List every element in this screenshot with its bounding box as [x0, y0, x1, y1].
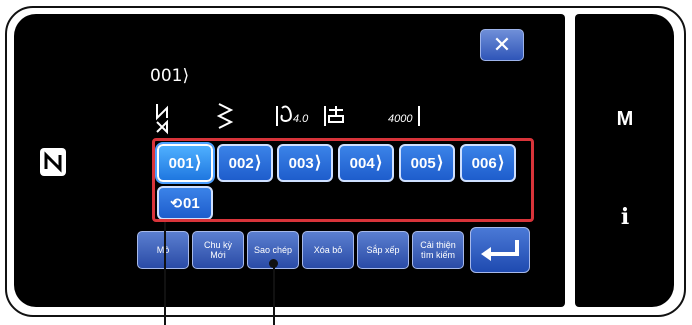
delete-button[interactable]: Xóa bỏ — [302, 231, 354, 269]
copy-callout-dot — [269, 259, 278, 268]
nfc-icon — [40, 148, 66, 176]
enter-button[interactable] — [470, 227, 530, 273]
close-button[interactable]: ✕ — [480, 29, 524, 61]
pattern-arrow-icon: ⟩ — [182, 66, 190, 86]
zigzag-icon — [216, 103, 234, 129]
speed-icon — [328, 106, 344, 123]
leader-line-copy — [273, 264, 275, 325]
needle-icon — [280, 105, 292, 123]
current-pattern-label: 001⟩ — [150, 66, 189, 86]
current-pattern-number: 001 — [150, 66, 183, 86]
stitch-end-icon — [156, 119, 168, 135]
speed-value: 4000 — [388, 113, 413, 125]
new-cycle-button[interactable]: Chu kỳ Mới — [192, 231, 244, 269]
leader-line-pattern — [164, 222, 166, 325]
m-button[interactable]: M — [605, 108, 645, 138]
sewing-info-icons — [156, 103, 420, 135]
sort-button[interactable]: Sắp xếp — [357, 231, 409, 269]
mode-button[interactable]: Mô — [137, 231, 189, 269]
pattern-list-highlight — [152, 138, 534, 222]
improve-search-button[interactable]: Cải thiện tìm kiếm — [412, 231, 464, 269]
info-button[interactable]: i — [605, 204, 645, 234]
stitch-start-icon — [156, 104, 168, 121]
side-panel — [575, 14, 674, 307]
enter-icon — [481, 240, 519, 261]
stitch-width-value: 4.0 — [293, 113, 309, 125]
close-icon: ✕ — [492, 32, 512, 57]
